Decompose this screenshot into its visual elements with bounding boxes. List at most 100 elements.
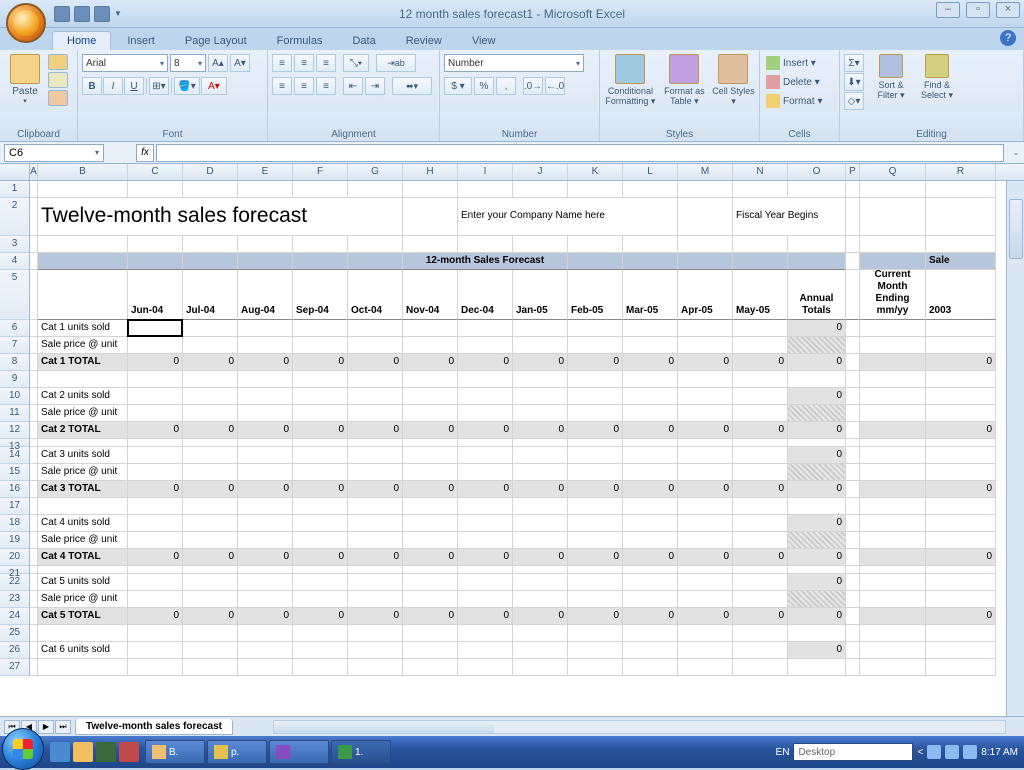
cell[interactable]: Apr-05 bbox=[678, 270, 733, 320]
cell[interactable]: Oct-04 bbox=[348, 270, 403, 320]
row-header[interactable]: 10 bbox=[0, 388, 30, 405]
cell[interactable] bbox=[860, 354, 926, 371]
cell[interactable] bbox=[348, 388, 403, 405]
cell[interactable] bbox=[788, 405, 846, 422]
row-header[interactable]: 4 bbox=[0, 253, 30, 270]
cell[interactable] bbox=[788, 591, 846, 608]
cell[interactable] bbox=[788, 253, 846, 270]
cell[interactable] bbox=[30, 464, 38, 481]
cell[interactable]: 0 bbox=[788, 481, 846, 498]
cell[interactable] bbox=[860, 625, 926, 642]
cell[interactable] bbox=[38, 371, 128, 388]
cell[interactable] bbox=[568, 574, 623, 591]
cell[interactable] bbox=[678, 388, 733, 405]
cell[interactable] bbox=[513, 181, 568, 198]
cell[interactable] bbox=[183, 181, 238, 198]
cell[interactable] bbox=[348, 532, 403, 549]
column-header[interactable]: N bbox=[733, 164, 788, 180]
cell[interactable] bbox=[458, 337, 513, 354]
cell[interactable] bbox=[623, 320, 678, 337]
cell[interactable] bbox=[293, 515, 348, 532]
cell[interactable] bbox=[403, 532, 458, 549]
cell[interactable] bbox=[183, 464, 238, 481]
italic-button[interactable]: I bbox=[103, 77, 123, 95]
cell[interactable] bbox=[128, 181, 183, 198]
cell[interactable] bbox=[128, 591, 183, 608]
tray-expand-icon[interactable]: < bbox=[917, 747, 923, 758]
cell[interactable] bbox=[293, 591, 348, 608]
cell[interactable] bbox=[568, 515, 623, 532]
cell[interactable]: 0 bbox=[788, 388, 846, 405]
cell[interactable] bbox=[128, 388, 183, 405]
cell[interactable] bbox=[293, 388, 348, 405]
cell[interactable] bbox=[128, 464, 183, 481]
cell[interactable] bbox=[568, 253, 623, 270]
cell[interactable] bbox=[183, 498, 238, 515]
cell[interactable] bbox=[623, 659, 678, 676]
cell[interactable] bbox=[846, 253, 860, 270]
cell[interactable]: 0 bbox=[788, 608, 846, 625]
cell[interactable]: 12-month Sales Forecast bbox=[403, 253, 568, 270]
cell[interactable] bbox=[926, 236, 996, 253]
cell[interactable] bbox=[38, 270, 128, 320]
accounting-format-button[interactable]: $ ▾ bbox=[444, 77, 472, 95]
taskbar-task[interactable] bbox=[269, 740, 329, 764]
cell[interactable] bbox=[513, 439, 568, 447]
cell[interactable] bbox=[926, 337, 996, 354]
cell[interactable]: 0 bbox=[403, 608, 458, 625]
media-icon[interactable] bbox=[96, 742, 116, 762]
cell[interactable]: Sale price @ unit bbox=[38, 405, 128, 422]
cell[interactable] bbox=[623, 181, 678, 198]
cell[interactable] bbox=[513, 625, 568, 642]
cell[interactable] bbox=[846, 574, 860, 591]
cell[interactable] bbox=[183, 515, 238, 532]
select-all-corner[interactable] bbox=[0, 164, 30, 180]
cell[interactable] bbox=[846, 320, 860, 337]
cell[interactable] bbox=[846, 532, 860, 549]
cell[interactable]: Cat 6 units sold bbox=[38, 642, 128, 659]
vertical-scrollbar[interactable] bbox=[1006, 181, 1024, 716]
cell[interactable] bbox=[568, 498, 623, 515]
cell[interactable] bbox=[733, 405, 788, 422]
row-header[interactable]: 26 bbox=[0, 642, 30, 659]
cell[interactable] bbox=[293, 659, 348, 676]
cell[interactable] bbox=[623, 566, 678, 574]
cell[interactable] bbox=[293, 181, 348, 198]
cell[interactable] bbox=[860, 337, 926, 354]
cell[interactable] bbox=[38, 439, 128, 447]
column-header[interactable]: E bbox=[238, 164, 293, 180]
cell[interactable] bbox=[788, 532, 846, 549]
cell[interactable] bbox=[846, 439, 860, 447]
cell[interactable] bbox=[128, 574, 183, 591]
cell[interactable]: Jun-04 bbox=[128, 270, 183, 320]
cell[interactable] bbox=[183, 253, 238, 270]
cell[interactable]: 0 bbox=[513, 608, 568, 625]
cell[interactable] bbox=[293, 253, 348, 270]
cell[interactable]: Feb-05 bbox=[568, 270, 623, 320]
cell[interactable] bbox=[926, 447, 996, 464]
cell[interactable]: Cat 1 TOTAL bbox=[38, 354, 128, 371]
cell[interactable]: 0 bbox=[926, 354, 996, 371]
cell[interactable] bbox=[678, 515, 733, 532]
cell[interactable]: 0 bbox=[348, 549, 403, 566]
cell[interactable] bbox=[458, 371, 513, 388]
cell[interactable] bbox=[568, 388, 623, 405]
cell[interactable] bbox=[623, 574, 678, 591]
cell[interactable] bbox=[623, 532, 678, 549]
cell[interactable] bbox=[733, 515, 788, 532]
cell[interactable] bbox=[458, 447, 513, 464]
row-header[interactable]: 13 bbox=[0, 439, 30, 447]
cell[interactable] bbox=[926, 625, 996, 642]
cell[interactable] bbox=[128, 515, 183, 532]
cell[interactable] bbox=[30, 642, 38, 659]
cell[interactable] bbox=[788, 236, 846, 253]
tab-home[interactable]: Home bbox=[52, 31, 111, 50]
shrink-font-button[interactable]: A▾ bbox=[230, 54, 250, 72]
cell[interactable]: 0 bbox=[403, 549, 458, 566]
cell[interactable] bbox=[846, 591, 860, 608]
cell[interactable] bbox=[458, 181, 513, 198]
cell[interactable]: 0 bbox=[458, 549, 513, 566]
copy-icon[interactable] bbox=[48, 72, 68, 88]
cell[interactable]: 0 bbox=[623, 549, 678, 566]
cell[interactable] bbox=[348, 236, 403, 253]
